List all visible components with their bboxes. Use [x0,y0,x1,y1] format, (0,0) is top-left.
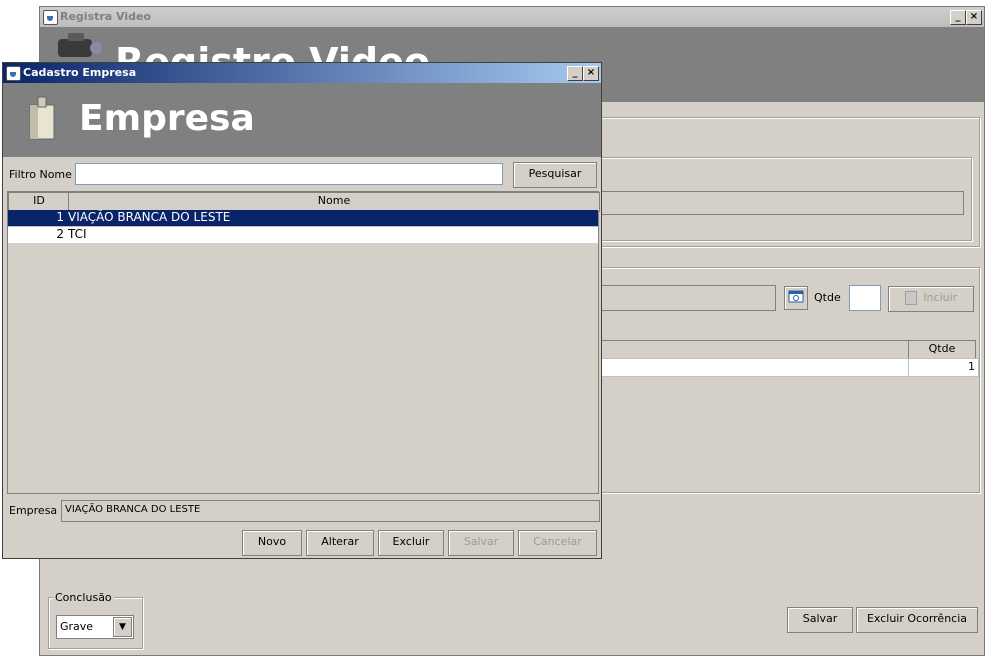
minimize-button[interactable]: _ [950,10,966,25]
row-name: TCI [68,227,87,241]
company-table: ID Nome 1 VIAÇÃO BRANCA DO LESTE 2 TCI [7,191,600,494]
delete-occurrence-button[interactable]: Excluir Ocorrência [856,607,978,633]
filter-name-input[interactable] [75,163,503,185]
close-button[interactable]: × [966,10,982,25]
dialog-header-title: Empresa [79,98,255,139]
info-field[interactable] [588,191,964,215]
building-icon [29,96,55,140]
name-column-header[interactable]: Nome [68,192,600,212]
items-column-header[interactable] [588,340,910,360]
qty-input[interactable] [849,285,881,311]
dialog-title: Cadastro Empresa [23,66,137,79]
items-qty-cell[interactable]: 1 [908,358,979,377]
delete-button[interactable]: Excluir [378,530,444,556]
items-qty-header[interactable]: Qtde [908,340,976,360]
edit-button[interactable]: Alterar [306,530,374,556]
include-label: Incluir [923,291,958,304]
chevron-down-icon[interactable]: ▼ [113,617,132,637]
close-button[interactable]: × [583,66,599,81]
table-row[interactable]: 2 TCI [8,226,598,243]
minimize-button[interactable]: _ [567,66,583,81]
dialog-save-button[interactable]: Salvar [448,530,514,556]
filter-label: Filtro Nome [9,168,72,181]
search-window-icon [788,290,804,303]
conclusion-select[interactable]: Grave ▼ [56,615,134,639]
new-button[interactable]: Novo [242,530,302,556]
table-row[interactable]: 1 VIAÇÃO BRANCA DO LESTE [8,210,598,226]
product-field[interactable] [588,285,776,311]
row-id: 1 [56,210,64,224]
product-search-button[interactable] [784,286,808,310]
row-id: 2 [56,227,64,241]
cancel-button[interactable]: Cancelar [518,530,597,556]
java-icon [43,10,58,25]
dialog-titlebar[interactable]: Cadastro Empresa _ × [3,63,601,83]
row-name: VIAÇÃO BRANCA DO LESTE [68,210,231,224]
company-field[interactable]: VIAÇÃO BRANCA DO LESTE [61,500,600,522]
id-column-header[interactable]: ID [8,192,70,212]
conclusion-label: Conclusão [53,591,114,604]
search-button[interactable]: Pesquisar [513,162,597,188]
window-title: Registra Video [60,10,152,23]
background-titlebar[interactable]: Registra Video _ × [40,7,984,27]
dialog-header: Empresa [3,83,601,157]
video-camera-icon [58,33,102,57]
java-icon [6,66,21,81]
qty-label: Qtde [814,291,841,304]
include-icon [904,291,917,305]
save-button[interactable]: Salvar [787,607,853,633]
conclusion-value: Grave [60,620,94,633]
table-row[interactable] [588,358,910,377]
include-button[interactable]: Incluir [888,286,974,312]
company-label: Empresa [9,504,58,517]
company-dialog: Cadastro Empresa _ × Empresa Filtro Nome… [2,62,602,559]
